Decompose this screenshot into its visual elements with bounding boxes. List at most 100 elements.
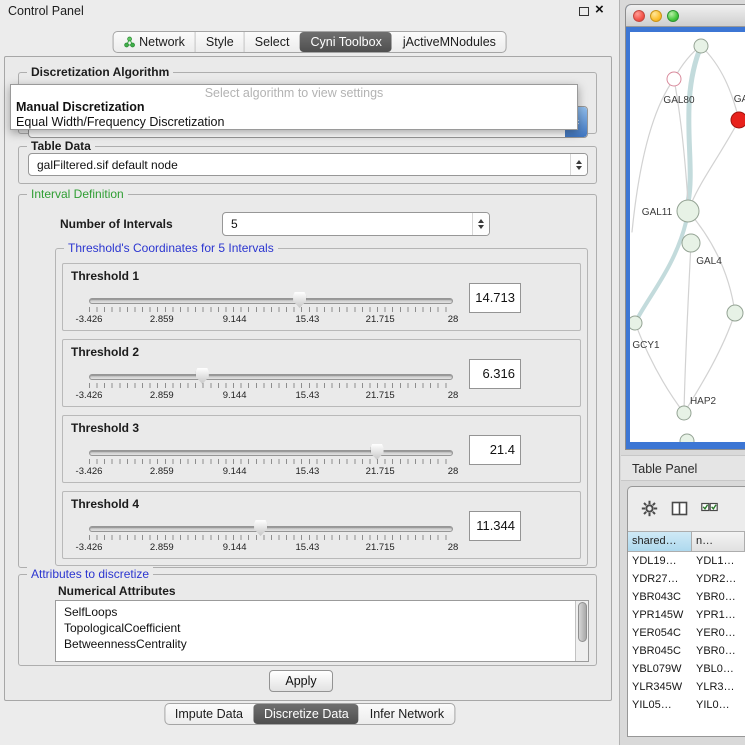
table-row[interactable]: YBR043CYBR0… xyxy=(628,588,745,606)
combobox-stepper-icon[interactable] xyxy=(472,213,489,235)
threshold-slider[interactable]: -3.4262.8599.14415.4321.71528 xyxy=(89,518,453,558)
list-item[interactable]: TopologicalCoefficient xyxy=(56,620,588,636)
float-window-button[interactable] xyxy=(579,7,589,16)
network-node[interactable] xyxy=(682,234,700,252)
column-header[interactable]: n… xyxy=(692,531,745,552)
zoom-window-button[interactable] xyxy=(667,10,679,22)
tab-discretize-data[interactable]: Discretize Data xyxy=(253,704,359,724)
table-cell[interactable]: YBR043C xyxy=(628,588,692,606)
table-cell[interactable]: YBL079W xyxy=(628,660,692,678)
table-cell[interactable]: YDL1… xyxy=(692,552,745,570)
table-data-combobox[interactable]: galFiltered.sif default node xyxy=(28,153,588,176)
table-row[interactable]: YDL19…YDL1… xyxy=(628,552,745,570)
slider-scale: -3.4262.8599.14415.4321.71528 xyxy=(89,314,453,325)
close-window-button[interactable] xyxy=(633,10,645,22)
dropdown-option[interactable]: Manual Discretization xyxy=(11,100,577,115)
table-cell[interactable]: YER054C xyxy=(628,624,692,642)
table-cell[interactable]: YDL19… xyxy=(628,552,692,570)
checkbox-columns-icon[interactable] xyxy=(701,500,718,517)
tab-jactivemnodules[interactable]: jActiveMNodules xyxy=(392,32,506,52)
table-cell[interactable]: YER0… xyxy=(692,624,745,642)
table-cell[interactable]: YDR2… xyxy=(692,570,745,588)
minimize-window-button[interactable] xyxy=(650,10,662,22)
threshold-slider[interactable]: -3.4262.8599.14415.4321.71528 xyxy=(89,290,453,330)
tab-label: Network xyxy=(139,35,185,49)
table-cell[interactable]: YBR0… xyxy=(692,642,745,660)
apply-button[interactable]: Apply xyxy=(269,670,333,692)
table-cell[interactable]: YIL0… xyxy=(692,696,745,714)
table-row[interactable]: YLR345WYLR3… xyxy=(628,678,745,696)
tab-cyni-toolbox[interactable]: Cyni Toolbox xyxy=(299,32,391,52)
threshold-value[interactable]: 11.344 xyxy=(469,511,521,541)
network-node[interactable] xyxy=(667,72,681,86)
slider-ticks xyxy=(89,535,453,540)
dropdown-option[interactable]: Equal Width/Frequency Discretization xyxy=(11,115,577,130)
network-edge[interactable] xyxy=(635,323,684,413)
network-node[interactable] xyxy=(677,406,691,420)
table-cell[interactable]: YLR345W xyxy=(628,678,692,696)
thresholds-container: Threshold 1 -3.4262.8599.14415.4321.7152… xyxy=(56,263,587,559)
network-edge[interactable] xyxy=(688,46,701,202)
network-node[interactable] xyxy=(731,112,745,128)
table-cell[interactable]: YDR27… xyxy=(628,570,692,588)
network-node[interactable] xyxy=(677,200,699,222)
table-row[interactable]: YIL05…YIL0… xyxy=(628,696,745,714)
threshold-slider[interactable]: -3.4262.8599.14415.4321.71528 xyxy=(89,442,453,482)
network-node[interactable] xyxy=(727,305,743,321)
attributes-listbox[interactable]: SelfLoopsTopologicalCoefficientBetweenne… xyxy=(55,600,589,662)
slider-thumb[interactable] xyxy=(371,444,384,460)
table-cell[interactable]: YBR0… xyxy=(692,588,745,606)
threshold-value[interactable]: 21.4 xyxy=(469,435,521,465)
tab-infer-network[interactable]: Infer Network xyxy=(359,704,454,724)
tab-impute-data[interactable]: Impute Data xyxy=(165,704,253,724)
list-scrollbar[interactable] xyxy=(575,601,588,661)
table-cell[interactable]: YBR045C xyxy=(628,642,692,660)
table-cell[interactable]: YIL05… xyxy=(628,696,692,714)
threshold-label: Threshold 3 xyxy=(71,421,139,435)
combobox-stepper-icon[interactable] xyxy=(570,154,587,175)
network-edge[interactable] xyxy=(692,120,739,202)
num-intervals-combobox[interactable]: 5 xyxy=(222,212,490,236)
slider-scale: -3.4262.8599.14415.4321.71528 xyxy=(89,390,453,401)
close-panel-button[interactable]: × xyxy=(595,1,604,18)
table-cell[interactable]: YPR1… xyxy=(692,606,745,624)
slider-thumb[interactable] xyxy=(293,292,306,308)
slider-track[interactable] xyxy=(89,450,453,456)
slider-track[interactable] xyxy=(89,374,453,380)
slider-thumb[interactable] xyxy=(254,520,267,536)
threshold-value[interactable]: 6.316 xyxy=(469,359,521,389)
threshold-value[interactable]: 14.713 xyxy=(469,283,521,313)
network-edge[interactable] xyxy=(701,46,739,120)
tab-label: Select xyxy=(255,35,290,49)
table-row[interactable]: YBR045CYBR0… xyxy=(628,642,745,660)
table-cell[interactable]: YLR3… xyxy=(692,678,745,696)
tab-network[interactable]: Network xyxy=(113,32,195,52)
tab-style[interactable]: Style xyxy=(195,32,244,52)
list-item[interactable]: BetweennessCentrality xyxy=(56,636,588,652)
network-node[interactable] xyxy=(680,434,694,442)
network-edge[interactable] xyxy=(635,222,686,323)
tab-select[interactable]: Select xyxy=(244,32,300,52)
scale-label: 9.144 xyxy=(223,390,247,401)
table-cell[interactable]: YBL0… xyxy=(692,660,745,678)
table-row[interactable]: YER054CYER0… xyxy=(628,624,745,642)
scrollbar-thumb[interactable] xyxy=(578,602,587,642)
table-cell[interactable]: YPR145W xyxy=(628,606,692,624)
table-row[interactable]: YBL079WYBL0… xyxy=(628,660,745,678)
network-node[interactable] xyxy=(694,39,708,53)
slider-track[interactable] xyxy=(89,526,453,532)
network-canvas[interactable]: GAL80GAGAL11GAL4GCY1HAP2 xyxy=(630,32,745,442)
group-legend: Discretization Algorithm xyxy=(27,65,173,79)
threshold-slider[interactable]: -3.4262.8599.14415.4321.71528 xyxy=(89,366,453,406)
network-edge[interactable] xyxy=(684,243,691,413)
scale-label: 15.43 xyxy=(296,314,320,325)
table-row[interactable]: YDR27…YDR2… xyxy=(628,570,745,588)
list-item[interactable]: SelfLoops xyxy=(56,604,588,620)
gear-icon[interactable] xyxy=(641,500,658,517)
slider-track[interactable] xyxy=(89,298,453,304)
columns-icon[interactable] xyxy=(671,500,688,517)
table-row[interactable]: YPR145WYPR1… xyxy=(628,606,745,624)
network-node[interactable] xyxy=(630,316,642,330)
column-header[interactable]: shared… xyxy=(628,531,692,552)
slider-thumb[interactable] xyxy=(196,368,209,384)
